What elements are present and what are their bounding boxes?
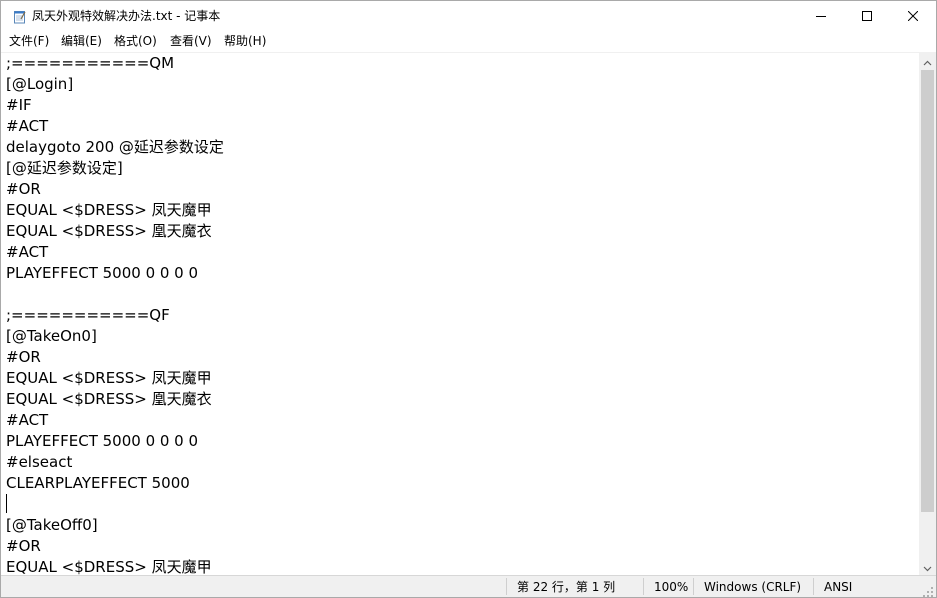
notepad-icon: [13, 9, 27, 24]
menu-file[interactable]: 文件(F): [7, 33, 51, 49]
minimize-button[interactable]: [798, 1, 844, 31]
editor-line: ;===========QM: [6, 54, 175, 72]
line-ending: Windows (CRLF): [704, 580, 802, 594]
status-bar: 第 22 行，第 1 列 100% Windows (CRLF) ANSI: [1, 575, 936, 597]
menu-format[interactable]: 格式(O): [112, 33, 159, 49]
close-icon: [908, 11, 918, 21]
status-divider: [643, 578, 644, 595]
editor-line: [@TakeOn0]: [6, 327, 97, 345]
vertical-scrollbar[interactable]: [919, 52, 936, 575]
menu-edit[interactable]: 编辑(E): [59, 33, 104, 49]
status-divider: [813, 578, 814, 595]
title-bar[interactable]: 凤天外观特效解决办法.txt - 记事本: [1, 1, 936, 31]
editor-line: PLAYEFFECT 5000 0 0 0 0: [6, 264, 199, 282]
editor-line: CLEARPLAYEFFECT 5000: [6, 474, 190, 492]
editor-line: #elseact: [6, 453, 73, 471]
encoding: ANSI: [824, 580, 853, 594]
text-caret: [6, 494, 7, 513]
resize-grip-icon[interactable]: [922, 583, 934, 597]
maximize-icon: [862, 11, 872, 21]
cursor-position: 第 22 行，第 1 列: [517, 580, 616, 594]
editor-line: #ACT: [6, 243, 49, 261]
editor-line: delaygoto 200 @延迟参数设定: [6, 138, 224, 156]
zoom-level: 100%: [654, 580, 689, 594]
window-title: 凤天外观特效解决办法.txt - 记事本: [32, 9, 221, 23]
editor-line: EQUAL <$DRESS> 凤天魔甲: [6, 369, 212, 387]
editor-line: EQUAL <$DRESS> 凰天魔衣: [6, 390, 212, 408]
menu-bar: 文件(F) 编辑(E) 格式(O) 查看(V) 帮助(H): [1, 31, 936, 51]
editor-line: PLAYEFFECT 5000 0 0 0 0: [6, 432, 199, 450]
menu-view[interactable]: 查看(V): [168, 33, 214, 49]
editor-line: #IF: [6, 96, 32, 114]
editor-line: #ACT: [6, 411, 49, 429]
editor-line: #OR: [6, 180, 41, 198]
chevron-down-icon: [923, 557, 932, 576]
editor-line: [@延迟参数设定]: [6, 159, 123, 177]
scrollbar-thumb[interactable]: [921, 70, 934, 512]
scroll-down-button[interactable]: [919, 558, 936, 575]
minimize-icon: [816, 11, 826, 21]
editor-line: EQUAL <$DRESS> 凤天魔甲: [6, 201, 212, 219]
status-divider: [506, 578, 507, 595]
editor-line: #ACT: [6, 117, 49, 135]
menu-help[interactable]: 帮助(H): [222, 33, 268, 49]
scroll-up-button[interactable]: [919, 52, 936, 69]
close-button[interactable]: [890, 1, 936, 31]
editor-line: #OR: [6, 348, 41, 366]
chevron-up-icon: [923, 51, 932, 70]
editor-line: [@TakeOff0]: [6, 516, 98, 534]
maximize-button[interactable]: [844, 1, 890, 31]
editor-content: ;===========QM [@Login] #IF #ACT delaygo…: [6, 53, 224, 576]
editor-line: [@Login]: [6, 75, 74, 93]
editor-line: EQUAL <$DRESS> 凰天魔衣: [6, 222, 212, 240]
editor-line: EQUAL <$DRESS> 凤天魔甲: [6, 558, 212, 576]
text-editor[interactable]: ;===========QM [@Login] #IF #ACT delaygo…: [1, 52, 919, 576]
editor-line: ;===========QF: [6, 306, 170, 324]
notepad-window: 凤天外观特效解决办法.txt - 记事本 文件(F) 编辑(E) 格式(O) 查…: [0, 0, 937, 598]
editor-line: #OR: [6, 537, 41, 555]
status-divider: [693, 578, 694, 595]
